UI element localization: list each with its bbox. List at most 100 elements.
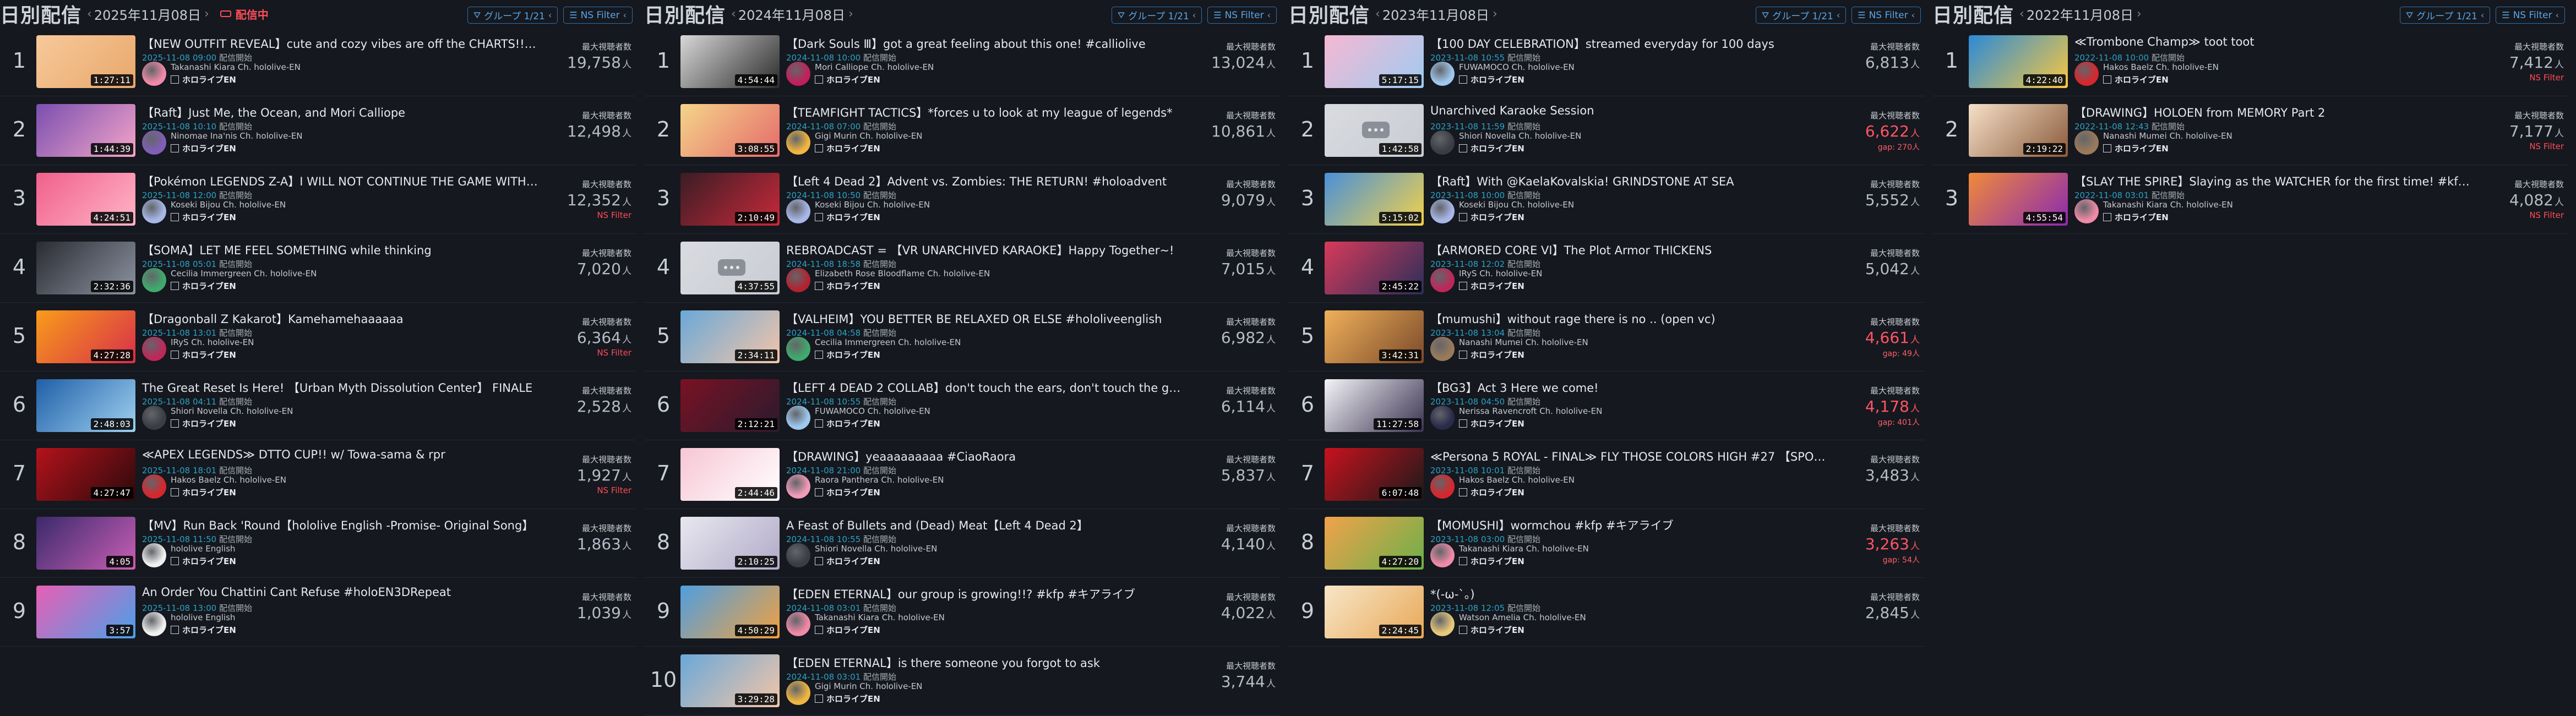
stream-title-link[interactable]: 【MOMUSHI】wormchou #kfp #キアライブ <box>1430 517 1827 533</box>
channel-name[interactable]: Takanashi Kiara Ch. hololive-EN <box>1459 544 1589 554</box>
stream-title-link[interactable]: 【TEAMFIGHT TACTICS】*forces u to look at … <box>786 104 1183 121</box>
stream-title-link[interactable]: ≪Trombone Champ≫ toot toot <box>2074 35 2471 48</box>
group-filter-button[interactable]: ⛛ グループ 1/21 ‹ <box>1111 7 1202 24</box>
stream-thumbnail[interactable]: 4:54:44 <box>680 35 780 88</box>
channel-info[interactable]: IRyS Ch. hololive-EN ホロライブEN <box>1430 268 1542 292</box>
channel-info[interactable]: Shiori Novella Ch. hololive-EN ホロライブEN <box>786 543 937 567</box>
channel-name[interactable]: Shiori Novella Ch. hololive-EN <box>815 544 937 554</box>
channel-info[interactable]: Shiori Novella Ch. hololive-EN ホロライブEN <box>142 406 293 430</box>
date-selector[interactable]: ‹ 2022年11月08日 › <box>2019 4 2142 24</box>
stream-title-link[interactable]: An Order You Chattini Cant Refuse #holoE… <box>142 586 538 599</box>
channel-info[interactable]: Raora Panthera Ch. hololive-EN ホロライブEN <box>786 474 944 499</box>
stream-row[interactable]: 9 4:50:29 【EDEN ETERNAL】our group is growi… <box>644 578 1280 647</box>
stream-title-link[interactable]: ≪APEX LEGENDS≫ DTTO CUP!! w/ Towa-sama &… <box>142 448 538 461</box>
channel-info[interactable]: FUWAMOCO Ch. hololive-EN ホロライブEN <box>786 406 930 430</box>
stream-thumbnail[interactable]: 4:27:28 <box>36 310 135 363</box>
stream-title-link[interactable]: 【BG3】Act 3 Here we come! <box>1430 379 1827 396</box>
channel-name[interactable]: FUWAMOCO Ch. hololive-EN <box>1459 62 1575 72</box>
stream-title-link[interactable]: 【Raft】With @KaelaKovalskia! GRINDSTONE A… <box>1430 173 1827 189</box>
channel-avatar[interactable] <box>142 130 166 155</box>
channel-name[interactable]: Hakos Baelz Ch. hololive-EN <box>171 475 286 485</box>
chevron-right-icon[interactable]: › <box>1493 7 1497 21</box>
stream-title-link[interactable]: Unarchived Karaoke Session <box>1430 104 1827 117</box>
stream-row[interactable]: 7 6:07:48 ≪Persona 5 ROYAL - FINAL≫ FLY TH… <box>1288 440 1924 509</box>
stream-thumbnail[interactable]: 4:55:54 <box>1969 173 2068 226</box>
chevron-right-icon[interactable]: › <box>204 7 209 21</box>
channel-info[interactable]: Gigi Murin Ch. hololive-EN ホロライブEN <box>786 681 922 705</box>
stream-title-link[interactable]: 【DRAWING】yeaaaaaaaaa #CiaoRaora <box>786 448 1183 464</box>
channel-name[interactable]: Cecilia Immergreen Ch. hololive-EN <box>815 337 961 347</box>
channel-info[interactable]: Watson Amelia Ch. hololive-EN ホロライブEN <box>1430 612 1586 636</box>
date-selector[interactable]: ‹ 2023年11月08日 › <box>1375 4 1497 24</box>
channel-name[interactable]: Shiori Novella Ch. hololive-EN <box>1459 131 1581 141</box>
channel-avatar[interactable] <box>1430 406 1455 430</box>
channel-avatar[interactable] <box>786 406 810 430</box>
stream-thumbnail[interactable]: 2:19:22 <box>1969 104 2068 157</box>
channel-avatar[interactable] <box>1430 268 1455 292</box>
channel-name[interactable]: Hakos Baelz Ch. hololive-EN <box>2103 62 2219 72</box>
stream-title-link[interactable]: 【VALHEIM】YOU BETTER BE RELAXED OR ELSE #… <box>786 310 1183 327</box>
channel-name[interactable]: Raora Panthera Ch. hololive-EN <box>815 475 944 485</box>
stream-thumbnail[interactable]: 5:17:15 <box>1325 35 1424 88</box>
stream-thumbnail[interactable]: 2:48:03 <box>36 379 135 432</box>
channel-name[interactable]: Koseki Bijou Ch. hololive-EN <box>171 200 286 210</box>
ns-filter-button[interactable]: ☰ NS Filter ‹ <box>563 7 633 24</box>
stream-thumbnail[interactable]: 3:29:28 <box>680 654 780 707</box>
stream-row[interactable]: 1 1:27:11 【NEW OUTFIT REVEAL】cute and cozy… <box>0 28 636 96</box>
stream-title-link[interactable]: 【MV】Run Back 'Round【hololive English -Pr… <box>142 517 538 533</box>
stream-thumbnail[interactable]: 11:27:58 <box>1325 379 1424 432</box>
stream-thumbnail[interactable]: 1:27:11 <box>36 35 135 88</box>
stream-thumbnail[interactable]: 4:27:20 <box>1325 517 1424 570</box>
stream-thumbnail[interactable]: 3:57 <box>36 586 135 638</box>
stream-title-link[interactable]: 【ARMORED CORE VI】The Plot Armor THICKENS <box>1430 242 1827 258</box>
stream-row[interactable]: 2 2:19:22 【DRAWING】HOLOEN from MEMORY Part… <box>1932 96 2568 165</box>
channel-avatar[interactable] <box>142 406 166 430</box>
channel-info[interactable]: Mori Calliope Ch. hololive-EN ホロライブEN <box>786 62 934 86</box>
group-filter-button[interactable]: ⛛ グループ 1/21 ‹ <box>2399 7 2491 24</box>
stream-title-link[interactable]: REBROADCAST = 【VR UNARCHIVED KARAOKE】Hap… <box>786 242 1183 258</box>
stream-row[interactable]: 8 4:27:20 【MOMUSHI】wormchou #kfp #キアライブ 202… <box>1288 509 1924 578</box>
channel-name[interactable]: Koseki Bijou Ch. hololive-EN <box>815 200 930 210</box>
channel-name[interactable]: Nerissa Ravencroft Ch. hololive-EN <box>1459 406 1602 416</box>
channel-name[interactable]: IRyS Ch. hololive-EN <box>1459 269 1542 278</box>
stream-thumbnail[interactable]: 2:12:21 <box>680 379 780 432</box>
stream-row[interactable]: 6 2:12:21 【LEFT 4 DEAD 2 COLLAB】don't touc… <box>644 371 1280 440</box>
stream-title-link[interactable]: 【Dark Souls Ⅲ】got a great feeling about … <box>786 35 1183 52</box>
channel-avatar[interactable] <box>142 474 166 499</box>
channel-info[interactable]: Hakos Baelz Ch. hololive-EN ホロライブEN <box>142 474 286 499</box>
stream-thumbnail[interactable]: 3:42:31 <box>1325 310 1424 363</box>
stream-thumbnail[interactable]: 4:05 <box>36 517 135 570</box>
stream-row[interactable]: 4 4:37:55 REBROADCAST = 【VR UNARCHIVED KAR… <box>644 234 1280 303</box>
stream-title-link[interactable]: 【SOMA】LET ME FEEL SOMETHING while thinki… <box>142 242 538 258</box>
channel-name[interactable]: Shiori Novella Ch. hololive-EN <box>171 406 293 416</box>
stream-thumbnail[interactable]: 4:50:29 <box>680 586 780 638</box>
ns-filter-button[interactable]: ☰ NS Filter ‹ <box>2496 7 2565 24</box>
stream-row[interactable]: 7 2:44:46 【DRAWING】yeaaaaaaaaa #CiaoRaora 2… <box>644 440 1280 509</box>
stream-title-link[interactable]: 【Raft】Just Me, the Ocean, and Mori Calli… <box>142 104 538 121</box>
chevron-right-icon[interactable]: › <box>848 7 853 21</box>
stream-row[interactable]: 6 2:48:03 The Great Reset Is Here! 【Urban … <box>0 371 636 440</box>
channel-avatar[interactable] <box>786 612 810 636</box>
stream-row[interactable]: 8 2:10:25 A Feast of Bullets and (Dead) Me… <box>644 509 1280 578</box>
channel-name[interactable]: Mori Calliope Ch. hololive-EN <box>815 62 934 72</box>
channel-avatar[interactable] <box>786 681 810 705</box>
channel-info[interactable]: Shiori Novella Ch. hololive-EN ホロライブEN <box>1430 130 1581 155</box>
stream-row[interactable]: 4 2:45:22 【ARMORED CORE VI】The Plot Armor … <box>1288 234 1924 303</box>
stream-row[interactable]: 3 5:15:02 【Raft】With @KaelaKovalskia! GRIN… <box>1288 165 1924 234</box>
channel-avatar[interactable] <box>2074 130 2099 155</box>
stream-thumbnail[interactable]: 6:07:48 <box>1325 448 1424 501</box>
channel-name[interactable]: hololive English <box>171 544 236 554</box>
channel-name[interactable]: hololive English <box>171 613 236 622</box>
channel-avatar[interactable] <box>786 474 810 499</box>
stream-thumbnail[interactable]: 1:42:58 <box>1325 104 1424 157</box>
stream-row[interactable]: 1 4:22:40 ≪Trombone Champ≫ toot toot 2022-1… <box>1932 28 2568 96</box>
channel-info[interactable]: Gigi Murin Ch. hololive-EN ホロライブEN <box>786 130 922 155</box>
channel-avatar[interactable] <box>1430 337 1455 361</box>
stream-title-link[interactable]: 【EDEN ETERNAL】is there someone you forgo… <box>786 654 1183 671</box>
channel-info[interactable]: Hakos Baelz Ch. hololive-EN ホロライブEN <box>2074 62 2219 86</box>
channel-name[interactable]: Nanashi Mumei Ch. hololive-EN <box>1459 337 1588 347</box>
stream-title-link[interactable]: 【Dragonball Z Kakarot】Kamehamehaaaaaa <box>142 310 538 327</box>
channel-name[interactable]: Elizabeth Rose Bloodflame Ch. hololive-E… <box>815 269 990 278</box>
channel-name[interactable]: FUWAMOCO Ch. hololive-EN <box>815 406 930 416</box>
channel-avatar[interactable] <box>1430 199 1455 223</box>
